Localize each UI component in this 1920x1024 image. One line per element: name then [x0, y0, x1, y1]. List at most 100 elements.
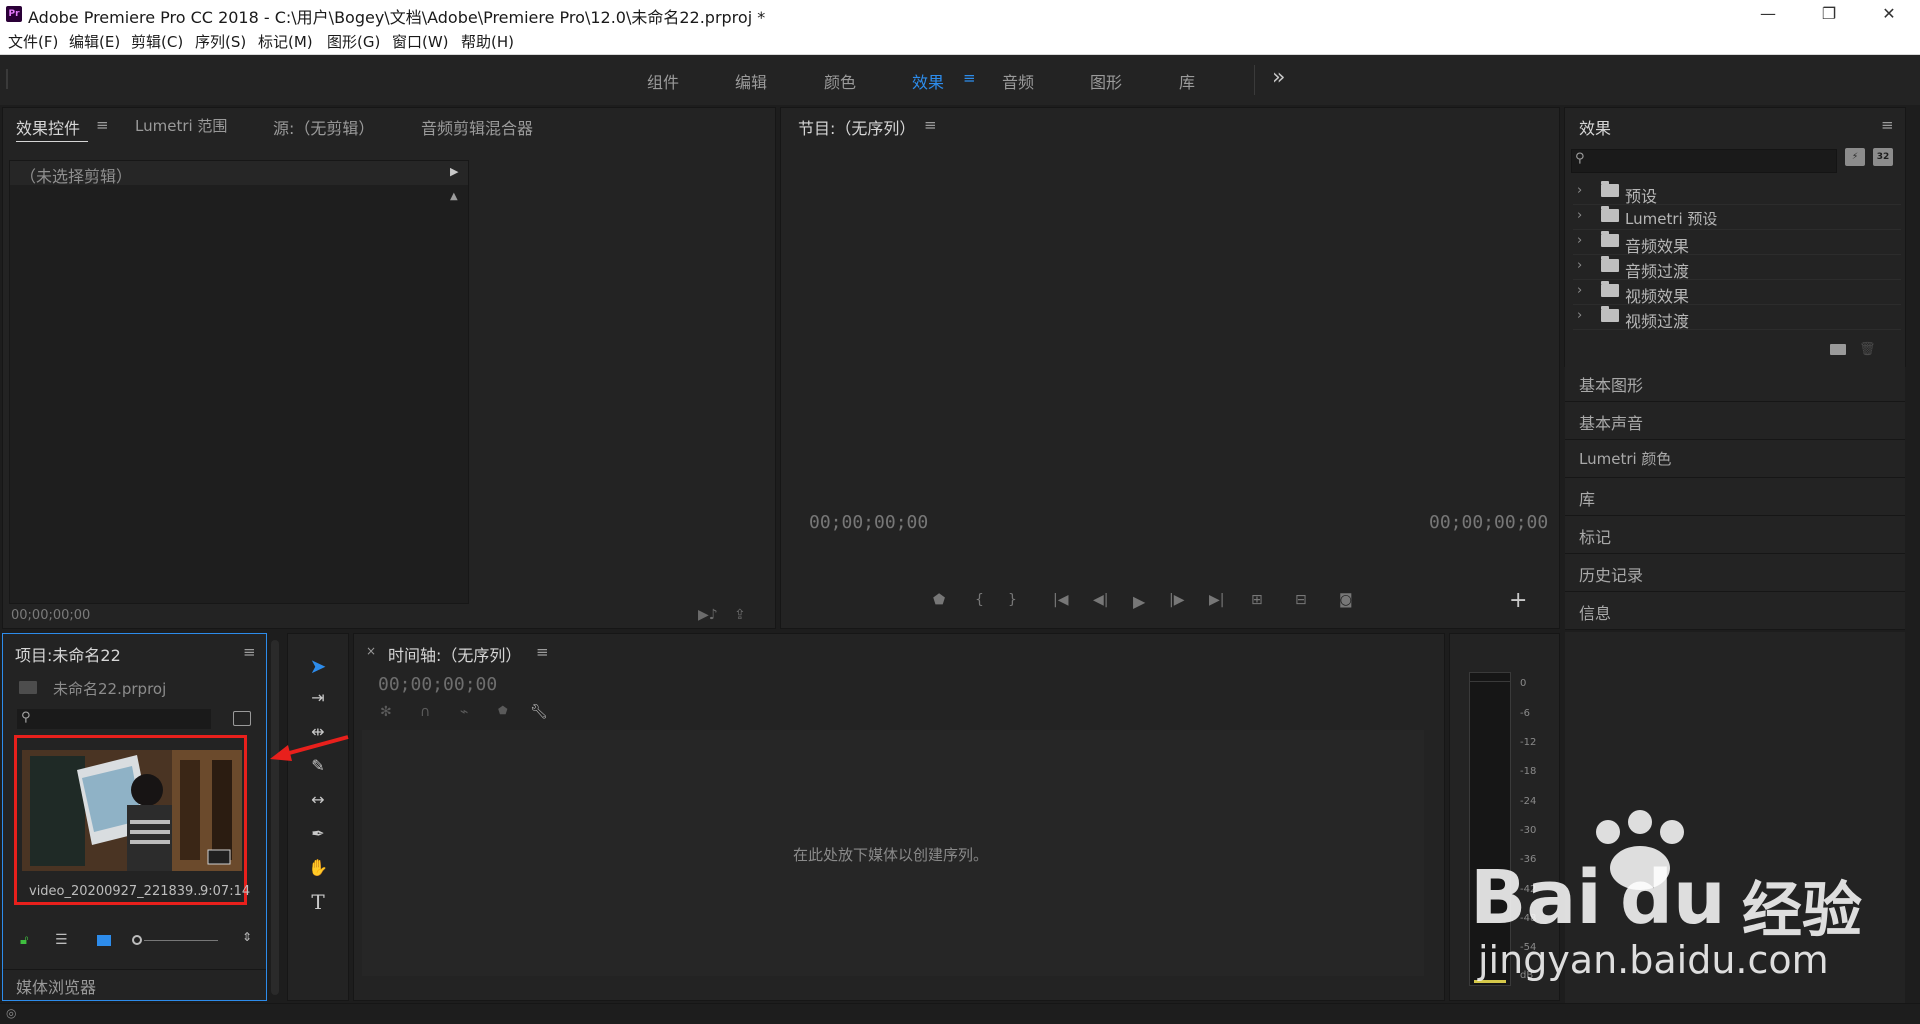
nest-icon[interactable]: ✻: [380, 704, 392, 720]
project-search-box[interactable]: ⚲: [17, 709, 211, 729]
mark-out-icon[interactable]: }: [1008, 592, 1017, 608]
slip-tool-icon[interactable]: ↔: [304, 786, 332, 814]
sort-icon[interactable]: ⇕: [242, 930, 252, 944]
menu-markers[interactable]: 标记(M): [258, 31, 313, 52]
program-monitor-title[interactable]: 节目:（无序列）: [798, 115, 915, 139]
effects-panel-title[interactable]: 效果: [1579, 115, 1611, 139]
restore-button[interactable]: ❐: [1806, 0, 1852, 28]
export-icon[interactable]: ⇪: [734, 607, 746, 623]
effects-folder-audio-effects[interactable]: › 音频效果: [1573, 230, 1901, 256]
program-monitor-menu-icon[interactable]: ≡: [924, 116, 937, 134]
icon-view-icon[interactable]: [97, 935, 111, 946]
menu-clip[interactable]: 剪辑(C): [131, 31, 183, 52]
workspace-tab-effects[interactable]: 效果: [912, 69, 944, 93]
export-frame-icon[interactable]: ◙: [1339, 592, 1353, 608]
effects-folder-lumetri-presets[interactable]: › Lumetri 预设: [1573, 205, 1901, 230]
tab-lumetri-scopes[interactable]: Lumetri 范围: [135, 115, 227, 136]
scroll-up-icon[interactable]: ▲: [450, 191, 458, 202]
hand-tool-icon[interactable]: ✋: [304, 854, 332, 882]
find-icon[interactable]: [233, 711, 251, 726]
project-panel-title[interactable]: 项目:未命名22: [15, 642, 121, 666]
selection-tool-icon[interactable]: ➤: [304, 652, 332, 680]
workspace-tab-graphics[interactable]: 图形: [1090, 69, 1122, 93]
timeline-title[interactable]: 时间轴:（无序列）: [388, 642, 521, 666]
chevron-right-icon[interactable]: ›: [1577, 308, 1582, 323]
effects-search-input[interactable]: [1592, 151, 1834, 171]
effects-search-box[interactable]: ⚲: [1571, 149, 1837, 173]
effects-folder-video-effects[interactable]: › 视频效果: [1573, 280, 1901, 306]
snap-icon[interactable]: ∩: [420, 704, 430, 720]
step-forward-icon[interactable]: |▶: [1169, 592, 1184, 608]
panel-markers[interactable]: 标记: [1565, 516, 1905, 554]
menu-help[interactable]: 帮助(H): [461, 31, 514, 52]
mark-in-icon[interactable]: {: [975, 592, 984, 608]
filter-audio-icon[interactable]: ▶♪: [698, 607, 718, 623]
zoom-slider-track[interactable]: [144, 940, 218, 941]
panel-essential-graphics[interactable]: 基本图形: [1565, 364, 1905, 402]
effects-folder-presets[interactable]: › 预设: [1573, 180, 1901, 206]
panel-lumetri-color[interactable]: Lumetri 颜色: [1565, 440, 1905, 478]
play-icon[interactable]: ▶: [1133, 592, 1145, 611]
project-scrollbar[interactable]: [271, 640, 279, 995]
program-timecode-current[interactable]: 00;00;00;00: [809, 512, 928, 533]
workspace-tab-audio[interactable]: 音频: [1002, 69, 1034, 93]
lift-icon[interactable]: ⊞: [1251, 592, 1263, 608]
workspace-tab-libraries[interactable]: 库: [1179, 69, 1195, 93]
new-bin-icon[interactable]: [1830, 344, 1846, 355]
chevron-right-icon[interactable]: ›: [1577, 283, 1582, 298]
pen-tool-icon[interactable]: ✒: [304, 820, 332, 848]
timeline-menu-icon[interactable]: ≡: [536, 643, 549, 661]
minimize-button[interactable]: —: [1745, 0, 1791, 28]
add-marker-icon[interactable]: ⬟: [498, 704, 508, 717]
close-button[interactable]: ✕: [1866, 0, 1912, 28]
trash-icon[interactable]: 🗑: [1859, 342, 1876, 357]
tab-source-monitor[interactable]: 源:（无剪辑）: [273, 115, 374, 139]
tab-effect-controls[interactable]: 效果控件: [16, 115, 80, 139]
workspace-tab-assembly[interactable]: 组件: [647, 69, 679, 93]
menu-graphics[interactable]: 图形(G): [327, 31, 380, 52]
list-view-icon[interactable]: ☰: [55, 932, 68, 948]
step-back-icon[interactable]: ◀|: [1093, 592, 1108, 608]
menu-file[interactable]: 文件(F): [8, 31, 58, 52]
timeline-timecode[interactable]: 00;00;00;00: [378, 674, 497, 695]
linked-selection-icon[interactable]: ⌁: [460, 704, 468, 720]
project-search-input[interactable]: [39, 710, 211, 729]
lock-icon[interactable]: 🔓︎: [20, 933, 28, 948]
close-tab-icon[interactable]: ×: [366, 644, 376, 658]
chevron-right-icon[interactable]: ›: [1577, 183, 1582, 198]
workspace-tab-color[interactable]: 颜色: [824, 69, 856, 93]
track-select-tool-icon[interactable]: ⇥: [304, 684, 332, 712]
effects-folder-video-transitions[interactable]: › 视频过渡: [1573, 305, 1901, 331]
menu-sequence[interactable]: 序列(S): [195, 31, 246, 52]
extract-icon[interactable]: ⊟: [1295, 592, 1307, 608]
effect-controls-menu-icon[interactable]: ≡: [96, 116, 109, 134]
add-marker-icon[interactable]: ⬟: [933, 592, 945, 608]
panel-essential-sound[interactable]: 基本声音: [1565, 402, 1905, 440]
timeline-drop-area[interactable]: 在此处放下媒体以创建序列。: [362, 730, 1424, 976]
clip-thumbnail[interactable]: [22, 750, 242, 871]
menu-edit[interactable]: 编辑(E): [69, 31, 120, 52]
project-panel-menu-icon[interactable]: ≡: [243, 643, 256, 661]
workspace-overflow-icon[interactable]: »: [1272, 65, 1285, 90]
expand-arrow-icon[interactable]: ▶: [450, 165, 458, 178]
clip-name[interactable]: video_20200927_221839...: [29, 884, 206, 899]
button-editor-icon[interactable]: +: [1509, 588, 1527, 613]
tab-media-browser[interactable]: 媒体浏览器: [16, 974, 96, 998]
effects-panel-menu-icon[interactable]: ≡: [1881, 116, 1894, 134]
accelerated-effects-icon[interactable]: ⚡: [1845, 148, 1865, 166]
zoom-slider-handle[interactable]: [132, 935, 142, 945]
type-tool-icon[interactable]: T: [304, 888, 332, 916]
go-to-out-icon[interactable]: ▶|: [1209, 592, 1224, 608]
workspace-tab-editing[interactable]: 编辑: [735, 69, 767, 93]
chevron-right-icon[interactable]: ›: [1577, 258, 1582, 273]
panel-libraries[interactable]: 库: [1565, 478, 1905, 516]
chevron-right-icon[interactable]: ›: [1577, 233, 1582, 248]
32bit-effects-icon[interactable]: 32: [1873, 148, 1893, 166]
effects-folder-audio-transitions[interactable]: › 音频过渡: [1573, 255, 1901, 281]
tab-audio-clip-mixer[interactable]: 音频剪辑混合器: [421, 115, 533, 139]
menu-window[interactable]: 窗口(W): [392, 31, 449, 52]
panel-history[interactable]: 历史记录: [1565, 554, 1905, 592]
workspace-menu-icon[interactable]: ≡: [963, 69, 976, 87]
wrench-icon[interactable]: 🔧︎: [530, 704, 548, 720]
panel-info[interactable]: 信息: [1565, 592, 1905, 630]
